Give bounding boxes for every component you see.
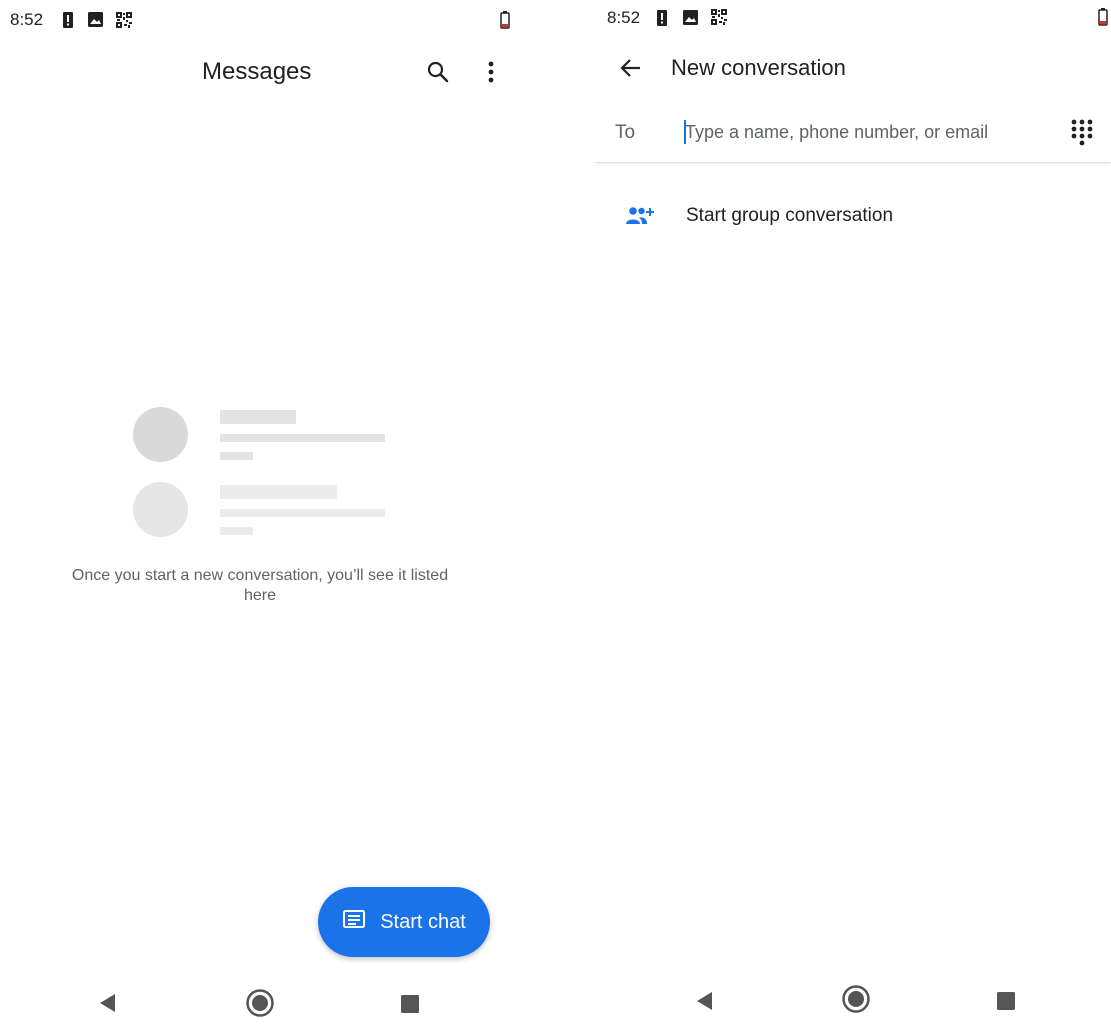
alert-icon [656, 10, 668, 31]
start-chat-label: Start chat [380, 910, 466, 933]
search-icon[interactable] [426, 60, 450, 89]
navigation-bar [0, 988, 520, 1028]
arrow-back-icon[interactable] [619, 56, 643, 85]
recipient-input[interactable] [685, 116, 1045, 148]
text-cursor [684, 120, 686, 144]
start-group-conversation-label: Start group conversation [686, 205, 894, 226]
group-add-icon [625, 206, 655, 231]
battery-icon [500, 11, 510, 34]
empty-state-message: Once you start a new conversation, you’l… [71, 567, 449, 604]
recipient-row: To [595, 100, 1111, 163]
recents-icon[interactable] [401, 995, 419, 1018]
placeholder-line [220, 434, 385, 442]
new-conversation-screen: 8:52 New conversation To Type a name, ph… [595, 0, 1111, 1028]
placeholder-line [220, 485, 337, 499]
image-icon [683, 10, 698, 30]
back-icon[interactable] [98, 993, 118, 1018]
chat-icon [342, 909, 366, 936]
start-chat-button[interactable]: Start chat [318, 887, 490, 957]
page-title: Messages [202, 58, 312, 85]
qr-code-icon [116, 12, 132, 33]
dialpad-icon[interactable] [1071, 119, 1093, 152]
placeholder-line [220, 527, 253, 535]
battery-icon [1098, 8, 1108, 31]
page-title: New conversation [671, 55, 846, 80]
back-icon[interactable] [695, 991, 715, 1016]
status-bar: 8:52 [595, 0, 1111, 40]
messages-screen: 8:52 Messages Once you start a new conve… [0, 0, 520, 1028]
navigation-bar [595, 985, 1111, 1028]
status-bar: 8:52 [0, 0, 520, 40]
placeholder-avatar [133, 407, 188, 462]
placeholder-line [220, 410, 296, 424]
more-vert-icon[interactable] [486, 60, 496, 91]
home-icon[interactable] [245, 988, 275, 1023]
start-group-conversation-item[interactable]: Start group conversation [595, 192, 1111, 242]
image-icon [88, 12, 103, 32]
alert-icon [62, 12, 74, 33]
to-label: To [615, 122, 636, 143]
status-time: 8:52 [607, 8, 641, 27]
placeholder-avatar [133, 482, 188, 537]
status-time: 8:52 [10, 10, 44, 29]
qr-code-icon [711, 9, 727, 30]
placeholder-line [220, 509, 385, 517]
recents-icon[interactable] [997, 992, 1015, 1015]
home-icon[interactable] [841, 984, 871, 1019]
placeholder-line [220, 452, 253, 460]
